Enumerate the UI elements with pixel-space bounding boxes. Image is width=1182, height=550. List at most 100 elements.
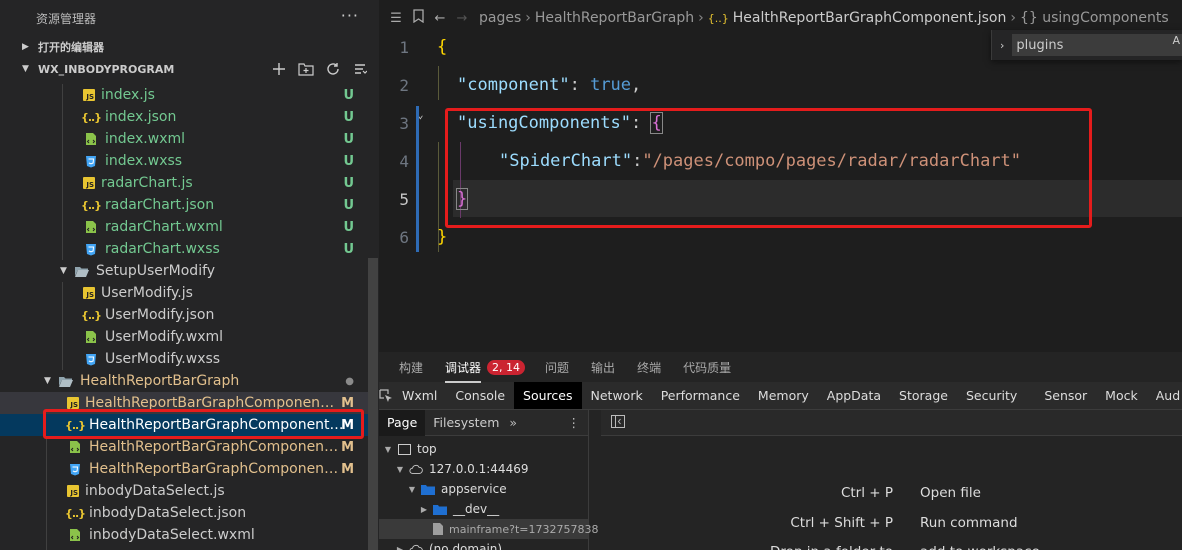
back-arrow-icon[interactable]: ← — [429, 11, 451, 26]
tab-terminal[interactable]: 终端 — [637, 359, 661, 376]
tree-file[interactable]: radarChart.wxss U — [0, 238, 370, 260]
tab-debugger[interactable]: 调试器 — [445, 359, 482, 383]
more-tabs-icon[interactable]: » — [509, 415, 517, 430]
tab-wxml[interactable]: Wxml — [393, 382, 446, 409]
line-number: 4 — [399, 152, 409, 171]
source-tree: ▼ top ▼ 127.0.0.1:44469 ▼ appservice ▶ _… — [379, 436, 598, 550]
tab-console[interactable]: Console — [446, 382, 514, 409]
folder-open-icon — [58, 373, 74, 389]
js-file-icon: JS — [83, 287, 95, 299]
tree-file[interactable]: JS inbodyDataSelect.js — [0, 480, 370, 502]
indent-guide — [438, 66, 439, 100]
tree-file[interactable]: UserModify.wxml — [0, 326, 370, 348]
tree-file[interactable]: index.wxss U — [0, 150, 370, 172]
tree-node-appservice[interactable]: ▼ appservice — [379, 479, 588, 499]
json-file-icon: {..} — [80, 308, 102, 322]
error-badge: 2, 14 — [487, 359, 526, 375]
tab-filesystem[interactable]: Filesystem — [425, 410, 507, 436]
tab-security[interactable]: Security — [957, 382, 1026, 409]
tree-file[interactable]: HealthReportBarGraphComponent.w... M — [0, 436, 370, 458]
tree-file[interactable]: radarChart.wxml U — [0, 216, 370, 238]
line-number: 6 — [399, 228, 409, 247]
more-actions-icon[interactable]: ··· — [341, 6, 359, 25]
chevron-right-icon[interactable]: › — [1000, 39, 1004, 52]
shortcut-label: add to workspace — [920, 544, 1040, 550]
collapse-all-icon[interactable] — [351, 60, 369, 78]
breadcrumb-separator-icon: › — [698, 10, 704, 26]
tree-file[interactable]: {..} index.json U — [0, 106, 370, 128]
tab-output[interactable]: 输出 — [591, 359, 615, 376]
code-line-2: "component": true, — [457, 75, 642, 95]
toggle-sidebar-icon[interactable] — [611, 413, 625, 432]
js-file-icon: JS — [67, 485, 79, 497]
tree-file[interactable]: {..} radarChart.json U — [0, 194, 370, 216]
breadcrumb-symbol[interactable]: {} usingComponents — [1020, 10, 1169, 26]
chevron-down-icon: ▼ — [60, 266, 67, 276]
tab-memory[interactable]: Memory — [749, 382, 818, 409]
tab-sources[interactable]: Sources — [514, 382, 582, 409]
tab-page[interactable]: Page — [379, 409, 426, 436]
tree-node-dev[interactable]: ▶ __dev__ — [379, 499, 588, 519]
tab-storage[interactable]: Storage — [890, 382, 957, 409]
tab-appdata[interactable]: AppData — [818, 382, 890, 409]
tree-file[interactable]: index.wxml U — [0, 128, 370, 150]
code-line-1: { — [437, 37, 448, 57]
explorer-scrollbar[interactable] — [368, 258, 378, 550]
shortcut-label: Open file — [920, 485, 981, 501]
panel-tabs: 构建 调试器 2, 14 问题 输出 终端 代码质量 — [379, 352, 1182, 383]
shortcut-keys: Drop in a folder to — [693, 544, 893, 550]
bookmark-icon[interactable] — [407, 9, 429, 27]
tree-node-mainframe[interactable]: mainframe?t=1732757838 — [379, 519, 598, 539]
line-number: 5 — [399, 190, 409, 209]
new-folder-icon[interactable] — [297, 60, 315, 78]
tree-file[interactable]: {..} UserModify.json — [0, 304, 370, 326]
refresh-icon[interactable] — [324, 60, 342, 78]
wxml-file-icon — [67, 439, 83, 455]
new-file-icon[interactable] — [270, 60, 288, 78]
line-number: 3 — [399, 114, 409, 133]
tab-performance[interactable]: Performance — [652, 382, 749, 409]
explorer-header: 资源管理器 ··· — [0, 0, 379, 36]
tree-node-nodomain[interactable]: ▶ (no domain) — [379, 539, 588, 550]
tree-file[interactable]: JS UserModify.js — [0, 282, 370, 304]
tree-file[interactable]: HealthReportBarGraphComponent.w... M — [0, 458, 370, 480]
breadcrumb-folder[interactable]: HealthReportBarGraph — [535, 10, 694, 26]
tree-folder-health[interactable]: ▼ HealthReportBarGraph ● — [0, 370, 370, 392]
chevron-down-icon: ▼ — [396, 464, 404, 474]
forward-arrow-icon[interactable]: → — [451, 11, 473, 26]
wxml-file-icon — [83, 219, 99, 235]
list-icon[interactable]: ☰ — [385, 11, 407, 26]
match-case-icon[interactable]: A — [1172, 34, 1180, 47]
tab-network[interactable]: Network — [582, 382, 652, 409]
tree-file[interactable]: UserModify.wxss — [0, 348, 370, 370]
json-file-icon: {..} — [80, 110, 102, 124]
tab-mock[interactable]: Mock — [1096, 382, 1147, 409]
tab-problems[interactable]: 问题 — [545, 359, 569, 376]
tree-file[interactable]: inbodyDataSelect.wxml — [0, 524, 370, 546]
find-input[interactable]: plugins — [1012, 34, 1182, 56]
project-section[interactable]: ▼ WX_INBODYPROGRAM — [0, 58, 379, 80]
breadcrumb-separator-icon: › — [525, 10, 531, 26]
tree-folder-setup[interactable]: ▼ SetupUserModify — [0, 260, 370, 282]
tab-audits[interactable]: Aud — [1147, 382, 1182, 409]
open-editors-section[interactable]: ▶ 打开的编辑器 — [0, 36, 379, 58]
breadcrumb-file[interactable]: HealthReportBarGraphComponent.json — [733, 10, 1007, 26]
chevron-right-icon: ▶ — [420, 504, 428, 514]
tree-file[interactable]: JS radarChart.js U — [0, 172, 370, 194]
kebab-menu-icon[interactable]: ⋮ — [568, 415, 581, 430]
folder-open-icon — [74, 263, 90, 279]
tree-node-host[interactable]: ▼ 127.0.0.1:44469 — [379, 459, 588, 479]
tree-file[interactable]: JS index.js U — [0, 84, 370, 106]
breadcrumb-pages[interactable]: pages — [479, 10, 521, 26]
line-number: 2 — [399, 76, 409, 95]
tree-node-top[interactable]: ▼ top — [379, 439, 588, 459]
tab-code-quality[interactable]: 代码质量 — [683, 359, 731, 376]
code-line-6: } — [437, 227, 448, 247]
chevron-right-icon: ▶ — [22, 42, 29, 52]
inspect-element-icon[interactable] — [379, 382, 393, 409]
tree-file[interactable]: {..} inbodyDataSelect.json — [0, 502, 370, 524]
file-icon — [433, 523, 443, 535]
devtools-panel: 构建 调试器 2, 14 问题 输出 终端 代码质量 Wxml Console … — [379, 352, 1182, 550]
tab-build[interactable]: 构建 — [399, 359, 423, 376]
tab-sensor[interactable]: Sensor — [1026, 382, 1096, 409]
